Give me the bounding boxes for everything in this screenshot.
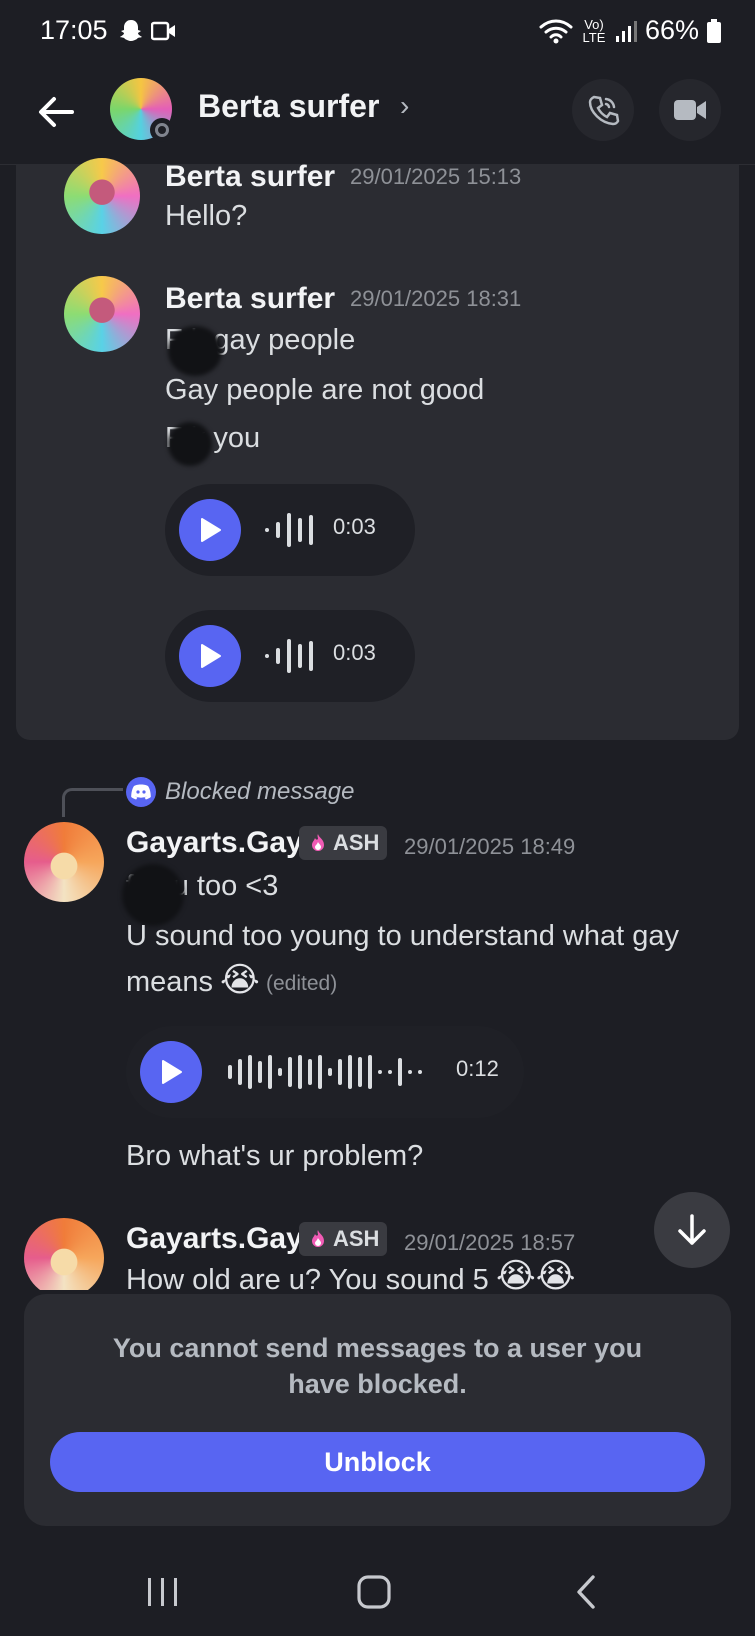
scroll-to-bottom-button[interactable] bbox=[654, 1192, 730, 1268]
flame-icon bbox=[312, 1230, 324, 1247]
channel-title[interactable]: Berta surfer bbox=[198, 88, 379, 125]
video-status-icon bbox=[150, 21, 177, 46]
play-icon bbox=[201, 644, 221, 668]
recent-apps-icon[interactable] bbox=[146, 1576, 180, 1613]
waveform bbox=[265, 484, 313, 576]
phone-icon bbox=[588, 95, 620, 126]
discord-icon bbox=[126, 777, 156, 807]
video-camera-icon bbox=[674, 100, 706, 120]
edited-label: (edited) bbox=[266, 972, 338, 995]
play-icon bbox=[162, 1060, 182, 1084]
back-arrow-icon[interactable] bbox=[34, 90, 78, 134]
arrow-down-icon bbox=[678, 1214, 706, 1245]
avatar[interactable] bbox=[64, 158, 140, 234]
message-text: means bbox=[126, 966, 214, 998]
home-icon[interactable] bbox=[356, 1574, 392, 1615]
play-icon bbox=[201, 518, 221, 542]
blocked-notice-text: You cannot send messages to a user you h… bbox=[112, 1333, 643, 1399]
message-timestamp: 29/01/2025 15:13 bbox=[350, 164, 522, 189]
voice-duration: 0:12 bbox=[456, 1056, 499, 1081]
waveform bbox=[265, 610, 313, 702]
network-label: Vo) LTE bbox=[582, 16, 606, 45]
message-author[interactable]: Gayarts.Gay bbox=[126, 826, 303, 860]
snapchat-icon bbox=[118, 18, 144, 49]
reply-connector bbox=[62, 788, 123, 817]
reply-blocked-label[interactable]: Blocked message bbox=[165, 778, 354, 806]
flame-icon bbox=[312, 834, 324, 851]
play-button[interactable] bbox=[179, 625, 241, 687]
badge-label: ASH bbox=[333, 830, 380, 855]
play-button[interactable] bbox=[140, 1041, 202, 1103]
voice-duration: 0:03 bbox=[333, 640, 376, 665]
voice-call-button[interactable] bbox=[572, 79, 634, 141]
wifi-icon bbox=[539, 19, 573, 43]
signal-icon bbox=[615, 20, 637, 42]
blocked-notice: You cannot send messages to a user you h… bbox=[24, 1294, 731, 1526]
unblock-button[interactable]: Unblock bbox=[50, 1432, 705, 1492]
status-bar: 17:05 Vo) LTE 66% bbox=[0, 0, 755, 62]
chat-header: Berta surfer › bbox=[0, 62, 755, 165]
voice-message: 0:12 bbox=[126, 1026, 524, 1118]
guild-tag-badge[interactable]: ASH bbox=[299, 826, 388, 860]
back-icon[interactable] bbox=[574, 1574, 598, 1615]
message-text: U sound too young to understand what gay bbox=[126, 920, 679, 952]
message-timestamp: 29/01/2025 18:31 bbox=[350, 286, 522, 311]
voice-duration: 0:03 bbox=[333, 514, 376, 539]
redaction-blot bbox=[122, 864, 184, 926]
status-time: 17:05 bbox=[40, 15, 108, 45]
message-timestamp: 29/01/2025 18:57 bbox=[404, 1230, 576, 1255]
redaction-blot bbox=[168, 422, 212, 466]
avatar[interactable] bbox=[64, 276, 140, 352]
message-author[interactable]: Berta surfer bbox=[165, 160, 335, 194]
crying-emoji: 😭 bbox=[220, 961, 260, 999]
message-author[interactable]: Berta surfer bbox=[165, 282, 335, 316]
voice-message: 0:03 bbox=[165, 610, 415, 702]
play-button[interactable] bbox=[179, 499, 241, 561]
status-indicators: Vo) LTE 66% bbox=[539, 15, 721, 46]
voice-message: 0:03 bbox=[165, 484, 415, 576]
redaction-blot bbox=[168, 326, 222, 376]
avatar[interactable] bbox=[24, 822, 104, 902]
message-text: Gay people are not good bbox=[165, 374, 485, 406]
message-text: Hello? bbox=[165, 200, 248, 232]
guild-tag-badge[interactable]: ASH bbox=[299, 1222, 388, 1256]
system-nav-bar bbox=[0, 1540, 755, 1636]
message-timestamp: 29/01/2025 18:49 bbox=[404, 834, 576, 859]
waveform bbox=[228, 1026, 422, 1118]
video-call-button[interactable] bbox=[659, 79, 721, 141]
battery-percent: 66% bbox=[644, 15, 699, 45]
message-text: Bro what's ur problem? bbox=[126, 1140, 424, 1172]
battery-icon bbox=[707, 18, 721, 43]
blocked-messages-group: Berta surfer 29/01/2025 15:13 Hello? Ber… bbox=[16, 158, 739, 740]
chevron-right-icon[interactable]: › bbox=[400, 90, 409, 122]
badge-label: ASH bbox=[333, 1226, 380, 1251]
avatar[interactable] bbox=[24, 1218, 104, 1298]
message-author[interactable]: Gayarts.Gay bbox=[126, 1222, 303, 1256]
offline-status-icon bbox=[150, 118, 174, 142]
